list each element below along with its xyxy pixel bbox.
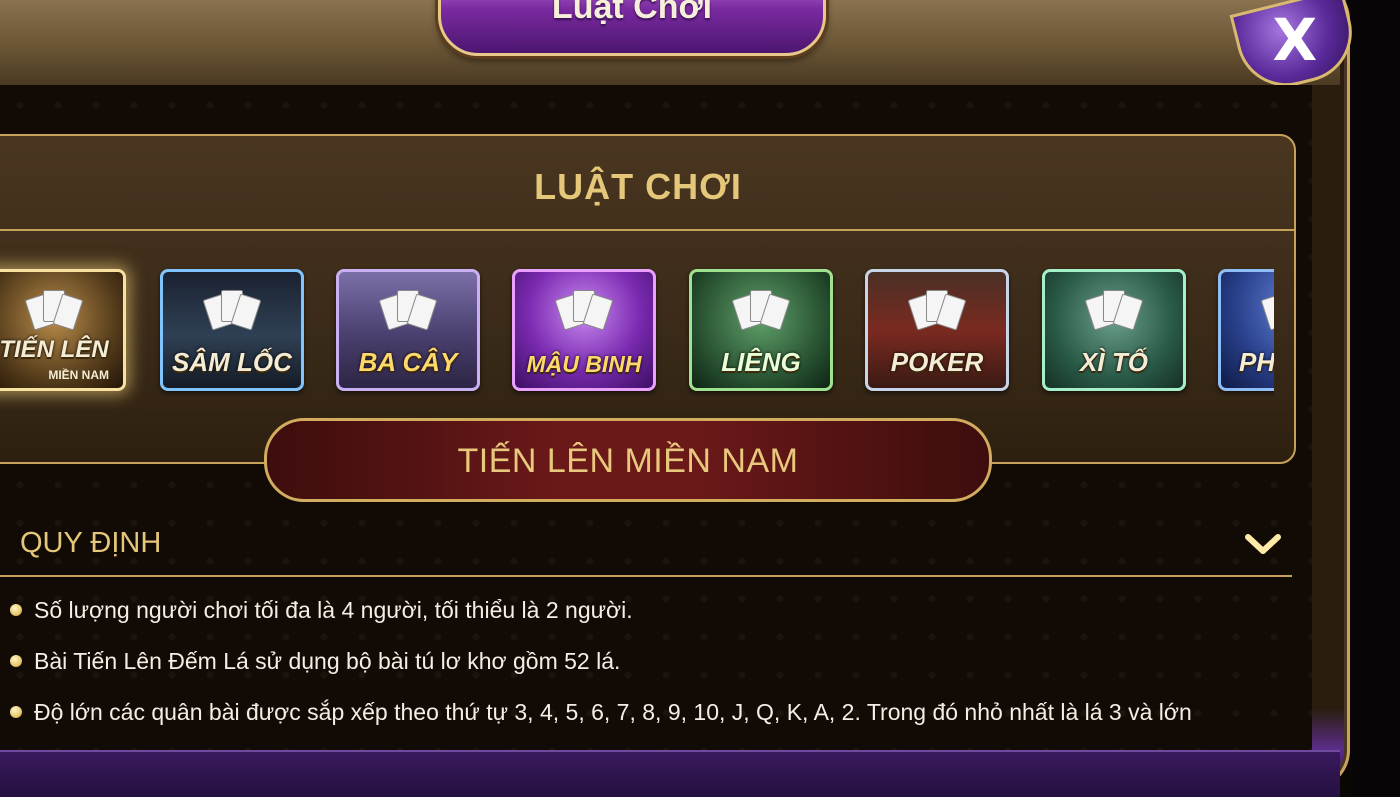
selected-game-title: TIẾN LÊN MIỀN NAM: [457, 442, 799, 480]
game-tile-label: SÂM LỐC: [172, 347, 292, 377]
game-tile-label: BA CÂY: [358, 347, 458, 377]
dialog-title-plate: Luật Chơi: [438, 0, 826, 56]
game-tile-pho[interactable]: PHỎ: [1218, 269, 1274, 391]
game-tile-label: POKER: [890, 347, 984, 377]
game-tile-label: MẬU BINH: [526, 351, 642, 377]
game-tile-sublabel: MIỀN NAM: [48, 368, 109, 382]
dialog-footer-band: [0, 750, 1340, 797]
game-tiles-strip: TIẾN LÊN MIỀN NAM SÂM LỐC BA CÂY MẬU BIN…: [0, 136, 1274, 462]
bullet-dot-icon: [10, 604, 22, 616]
cards-icon: [907, 290, 967, 331]
section-header-quy-dinh[interactable]: QUY ĐỊNH: [0, 517, 1292, 577]
rules-list: Số lượng người chơi tối đa là 4 người, t…: [0, 595, 1300, 748]
game-tile-xi-to[interactable]: XÌ TỐ: [1042, 269, 1186, 391]
bullet-dot-icon: [10, 655, 22, 667]
cards-icon: [731, 290, 791, 331]
close-icon: X: [1272, 6, 1318, 75]
list-item: Độ lớn các quân bài được sắp xếp theo th…: [0, 697, 1300, 748]
cards-icon: [24, 290, 84, 331]
game-tile-mau-binh[interactable]: MẬU BINH: [512, 269, 656, 391]
cards-icon: [554, 290, 614, 331]
rule-text: Độ lớn các quân bài được sắp xếp theo th…: [34, 699, 1192, 725]
selected-game-banner: TIẾN LÊN MIỀN NAM: [264, 418, 992, 502]
game-tile-label: TIẾN LÊN: [0, 336, 109, 363]
game-tile-label: LIÊNG: [721, 347, 801, 377]
section-title: QUY ĐỊNH: [20, 527, 162, 559]
dialog-title: Luật Chơi: [551, 0, 713, 26]
background-edge: [1352, 0, 1400, 795]
cards-icon: [1084, 290, 1144, 331]
chevron-down-icon[interactable]: [1244, 531, 1282, 557]
bullet-dot-icon: [10, 706, 22, 718]
game-tile-label: XÌ TỐ: [1080, 347, 1148, 377]
game-tile-label: PHỎ: [1239, 347, 1274, 377]
game-tile-sam-loc[interactable]: SÂM LỐC: [160, 269, 304, 391]
game-tile-lieng[interactable]: LIÊNG: [689, 269, 833, 391]
game-tile-poker[interactable]: POKER: [865, 269, 1009, 391]
rule-text: Bài Tiến Lên Đếm Lá sử dụng bộ bài tú lơ…: [34, 648, 621, 674]
dialog-content: LUẬT CHƠI TIẾN LÊN MIỀN NAM SÂM LỐC BA C…: [0, 85, 1312, 750]
list-item: Bài Tiến Lên Đếm Lá sử dụng bộ bài tú lơ…: [0, 646, 1300, 697]
list-item: Số lượng người chơi tối đa là 4 người, t…: [0, 595, 1300, 646]
cards-icon: [202, 290, 262, 331]
game-selector-panel: LUẬT CHƠI TIẾN LÊN MIỀN NAM SÂM LỐC BA C…: [0, 134, 1296, 464]
cards-icon: [1260, 290, 1274, 331]
cards-icon: [378, 290, 438, 331]
game-tile-ba-cay[interactable]: BA CÂY: [336, 269, 480, 391]
game-tile-tien-len-mien-nam[interactable]: TIẾN LÊN MIỀN NAM: [0, 269, 126, 391]
rule-text: Số lượng người chơi tối đa là 4 người, t…: [34, 597, 633, 623]
